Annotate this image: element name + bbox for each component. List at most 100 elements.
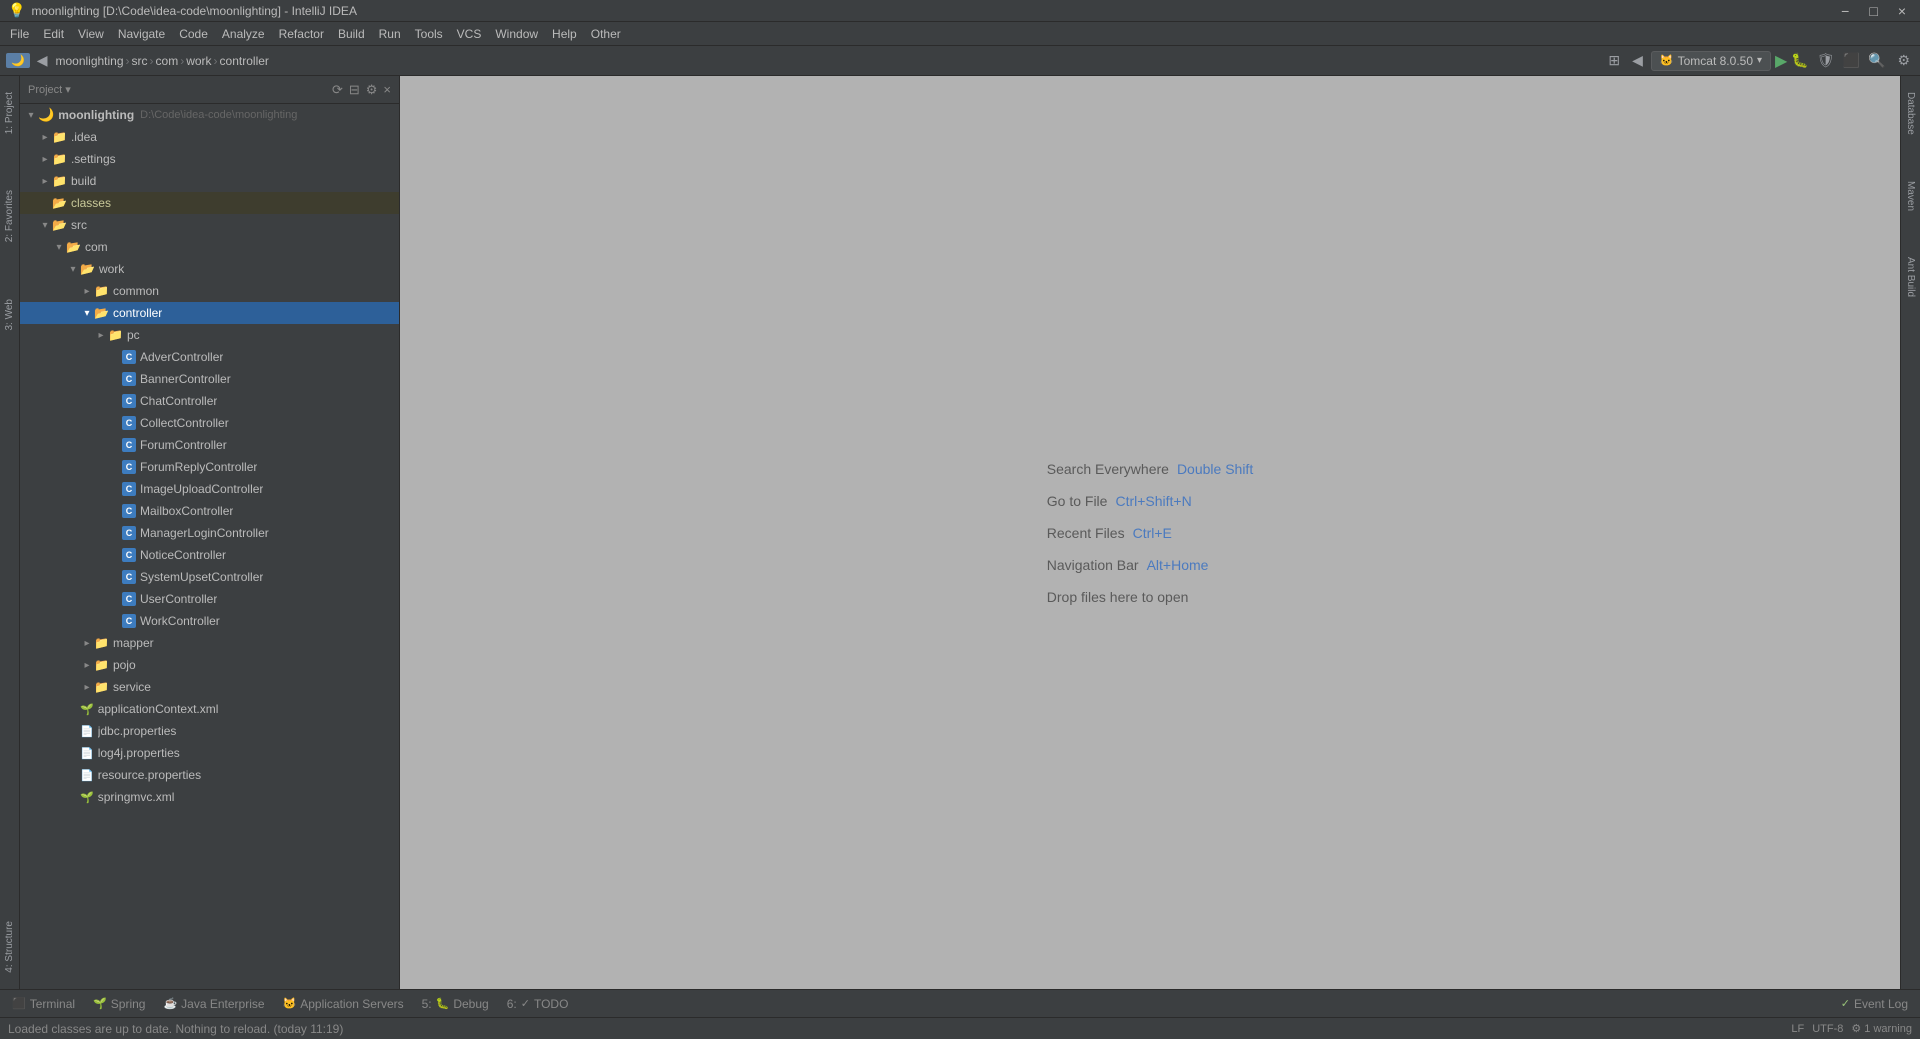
close-panel-icon[interactable]: × xyxy=(383,82,391,98)
tree-pc[interactable]: ▸ 📁 pc xyxy=(20,324,399,346)
tree-mailbox-controller[interactable]: C MailboxController xyxy=(20,500,399,522)
back-icon[interactable]: ◀ xyxy=(1628,50,1647,71)
tree-notice-controller[interactable]: C NoticeController xyxy=(20,544,399,566)
tree-controller[interactable]: ▾ 📂 controller xyxy=(20,302,399,324)
tree-log4j-props[interactable]: 📄 log4j.properties xyxy=(20,742,399,764)
menu-tools[interactable]: Tools xyxy=(409,25,449,43)
system-upset-label: SystemUpsetController xyxy=(140,570,263,584)
tree-resource-props[interactable]: 📄 resource.properties xyxy=(20,764,399,786)
bottom-tab-java-enterprise[interactable]: ☕ Java Enterprise xyxy=(155,995,272,1013)
tree-collect-controller[interactable]: C CollectController xyxy=(20,412,399,434)
settings-icon[interactable]: ⚙ xyxy=(366,82,378,98)
hint-drop-files: Drop files here to open xyxy=(1047,589,1253,605)
tree-root[interactable]: ▾ 🌙 moonlighting D:\Code\idea-code\moonl… xyxy=(20,104,399,126)
breadcrumb-com[interactable]: com xyxy=(156,54,179,68)
bottom-tab-event-log[interactable]: ✓ Event Log xyxy=(1833,995,1916,1013)
hint-search: Search Everywhere Double Shift xyxy=(1047,461,1253,477)
root-toggle: ▾ xyxy=(24,110,38,121)
tree-build[interactable]: ▸ 📁 build xyxy=(20,170,399,192)
nav-back-icon[interactable]: ◀ xyxy=(33,50,52,71)
bottom-tab-terminal[interactable]: ⬛ Terminal xyxy=(4,995,83,1013)
menu-edit[interactable]: Edit xyxy=(37,25,70,43)
bottom-tab-todo[interactable]: 6: ✓ TODO xyxy=(499,995,577,1013)
tree-src[interactable]: ▾ 📂 src xyxy=(20,214,399,236)
tree-adver-controller[interactable]: C AdverController xyxy=(20,346,399,368)
sidebar-tab-structure[interactable]: 4: Structure xyxy=(2,913,17,981)
sync-icon[interactable]: ⟳ xyxy=(332,82,343,98)
bottom-tab-spring[interactable]: 🌱 Spring xyxy=(85,995,153,1013)
tree-image-upload-controller[interactable]: C ImageUploadController xyxy=(20,478,399,500)
menu-navigate[interactable]: Navigate xyxy=(112,25,171,43)
tree-work-controller[interactable]: C WorkController xyxy=(20,610,399,632)
close-btn[interactable]: × xyxy=(1892,3,1912,19)
menu-file[interactable]: File xyxy=(4,25,35,43)
menu-other[interactable]: Other xyxy=(585,25,627,43)
todo-tab-num: 6: xyxy=(507,997,517,1011)
content-area: Search Everywhere Double Shift Go to Fil… xyxy=(400,76,1900,989)
tree-settings[interactable]: ▸ 📁 .settings xyxy=(20,148,399,170)
tree-chat-controller[interactable]: C ChatController xyxy=(20,390,399,412)
tree-idea[interactable]: ▸ 📁 .idea xyxy=(20,126,399,148)
tree-classes[interactable]: 📂 classes xyxy=(20,192,399,214)
menu-build[interactable]: Build xyxy=(332,25,371,43)
minimize-btn[interactable]: − xyxy=(1835,3,1855,19)
bottom-tab-app-servers[interactable]: 🐱 Application Servers xyxy=(275,995,412,1013)
tree-pojo[interactable]: ▸ 📁 pojo xyxy=(20,654,399,676)
search-button[interactable]: 🔍 xyxy=(1864,50,1889,71)
common-label: common xyxy=(113,284,159,298)
vcs-indicator[interactable]: ⚙ 1 warning xyxy=(1851,1022,1912,1035)
tree-system-upset-controller[interactable]: C SystemUpsetController xyxy=(20,566,399,588)
tree-common[interactable]: ▸ 📁 common xyxy=(20,280,399,302)
sidebar-tab-web[interactable]: 3: Web xyxy=(2,291,17,339)
tree-mapper[interactable]: ▸ 📁 mapper xyxy=(20,632,399,654)
menu-code[interactable]: Code xyxy=(173,25,214,43)
breadcrumb-controller[interactable]: controller xyxy=(220,54,269,68)
springmvc-xml-label: springmvc.xml xyxy=(98,790,175,804)
run-config-selector[interactable]: 🐱 Tomcat 8.0.50 ▾ xyxy=(1651,51,1771,71)
tree-forum-controller[interactable]: C ForumController xyxy=(20,434,399,456)
encoding-indicator[interactable]: UTF-8 xyxy=(1812,1023,1843,1035)
menu-refactor[interactable]: Refactor xyxy=(273,25,330,43)
tree-forum-reply-controller[interactable]: C ForumReplyController xyxy=(20,456,399,478)
idea-label: .idea xyxy=(71,130,97,144)
build-folder-icon: 📁 xyxy=(52,174,67,188)
breadcrumb-root[interactable]: moonlighting xyxy=(55,54,123,68)
layout-icon[interactable]: ⊞ xyxy=(1604,50,1624,71)
jdbc-props-label: jdbc.properties xyxy=(98,724,177,738)
menu-run[interactable]: Run xyxy=(373,25,407,43)
bottom-tab-debug[interactable]: 5: 🐛 Debug xyxy=(414,995,497,1013)
project-dropdown-label[interactable]: Project ▾ xyxy=(28,83,71,96)
tree-user-controller[interactable]: C UserController xyxy=(20,588,399,610)
sidebar-tab-project[interactable]: 1: Project xyxy=(2,84,17,142)
tree-com[interactable]: ▾ 📂 com xyxy=(20,236,399,258)
menu-vcs[interactable]: VCS xyxy=(451,25,488,43)
coverage-button[interactable]: 🛡 xyxy=(1813,50,1839,71)
tree-manager-login-controller[interactable]: C ManagerLoginController xyxy=(20,522,399,544)
banner-label: BannerController xyxy=(140,372,231,386)
menu-analyze[interactable]: Analyze xyxy=(216,25,271,43)
sidebar-tab-database[interactable]: Database xyxy=(1903,84,1918,143)
app-servers-label: Application Servers xyxy=(300,997,403,1011)
run-button[interactable]: ▶ xyxy=(1775,51,1787,71)
sidebar-tab-ant-build[interactable]: Ant Build xyxy=(1903,249,1918,305)
mapper-toggle: ▸ xyxy=(80,638,94,649)
tree-work[interactable]: ▾ 📂 work xyxy=(20,258,399,280)
tree-banner-controller[interactable]: C BannerController xyxy=(20,368,399,390)
breadcrumb-src[interactable]: src xyxy=(132,54,148,68)
settings-button[interactable]: ⚙ xyxy=(1893,50,1914,71)
sidebar-tab-favorites[interactable]: 2: Favorites xyxy=(2,182,17,250)
stop-button[interactable]: ⬛ xyxy=(1843,52,1860,69)
tree-springmvc-xml[interactable]: 🌱 springmvc.xml xyxy=(20,786,399,808)
tree-jdbc-props[interactable]: 📄 jdbc.properties xyxy=(20,720,399,742)
tree-app-context-xml[interactable]: 🌱 applicationContext.xml xyxy=(20,698,399,720)
collapse-icon[interactable]: ⊟ xyxy=(349,82,360,98)
maximize-btn[interactable]: □ xyxy=(1863,3,1883,19)
breadcrumb-work[interactable]: work xyxy=(186,54,211,68)
sidebar-tab-maven[interactable]: Maven xyxy=(1903,173,1918,219)
line-ending-indicator[interactable]: LF xyxy=(1791,1023,1804,1035)
tree-service[interactable]: ▸ 📁 service xyxy=(20,676,399,698)
menu-window[interactable]: Window xyxy=(489,25,544,43)
debug-button[interactable]: 🐛 xyxy=(1791,52,1808,69)
menu-view[interactable]: View xyxy=(72,25,110,43)
menu-help[interactable]: Help xyxy=(546,25,583,43)
